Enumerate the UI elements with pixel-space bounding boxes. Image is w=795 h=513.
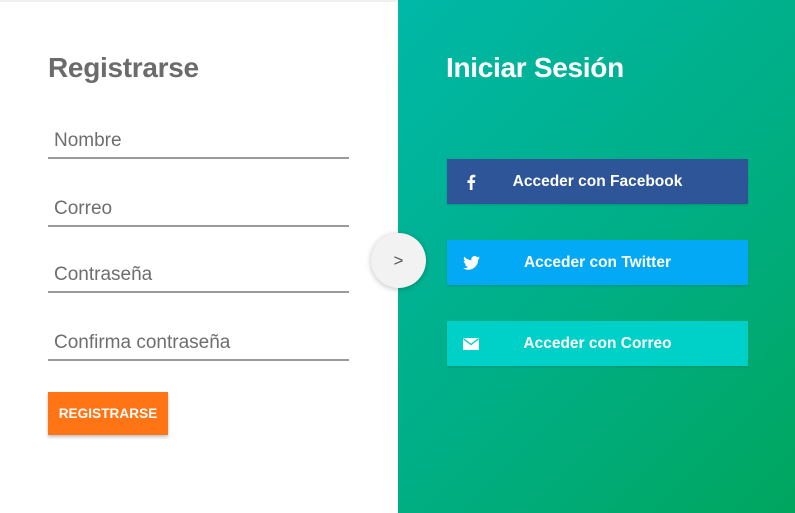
twitter-login-button[interactable]: Acceder con Twitter [447,240,748,285]
facebook-icon [461,159,481,204]
twitter-icon [461,240,481,285]
login-title: Iniciar Sesión [446,52,624,83]
confirm-password-input[interactable] [48,327,349,359]
mail-icon [461,321,481,366]
email-input[interactable] [48,193,349,225]
twitter-login-label: Acceder con Twitter [523,253,671,271]
register-button[interactable]: REGISTRARSE [48,392,168,435]
name-input[interactable] [48,125,349,157]
facebook-login-label: Acceder con Facebook [512,172,683,190]
email-field [48,193,349,227]
name-field [48,125,349,159]
email-login-button[interactable]: Acceder con Correo [447,321,748,366]
password-input[interactable] [48,259,349,291]
register-title: Registrarse [48,52,199,83]
top-divider [0,0,398,2]
email-login-label: Acceder con Correo [523,334,672,352]
confirm-password-field [48,327,349,361]
panel-toggle-button[interactable]: > [371,233,426,288]
facebook-login-button[interactable]: Acceder con Facebook [447,159,748,204]
password-field [48,259,349,293]
